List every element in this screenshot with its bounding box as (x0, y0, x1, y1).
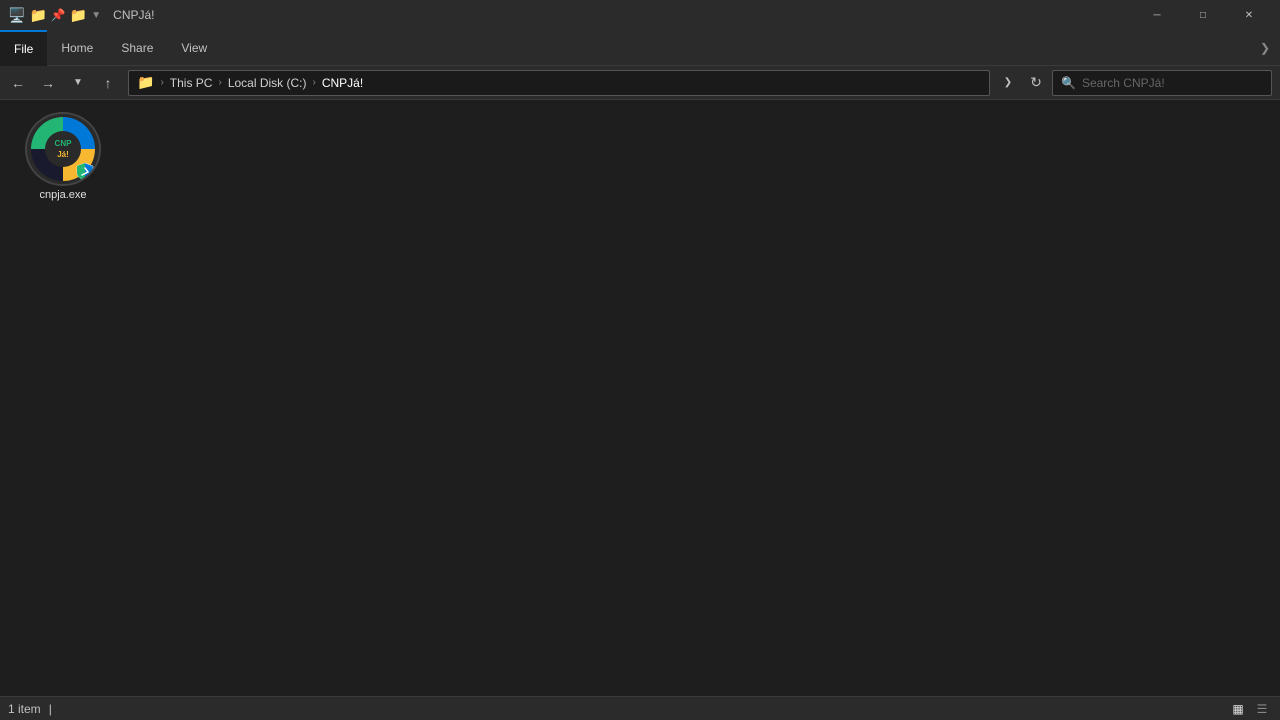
search-icon: 🔍 (1061, 76, 1076, 90)
tab-file[interactable]: File (0, 30, 47, 66)
window-controls: ─ □ ✕ (1134, 0, 1272, 30)
breadcrumb-local-disk[interactable]: Local Disk (C:) (228, 76, 307, 90)
ribbon: File Home Share View ❯ (0, 30, 1280, 66)
sep1: › (160, 77, 163, 88)
view-grid-button[interactable]: ▦ (1228, 699, 1248, 719)
status-right: ▦ ☰ (1228, 699, 1272, 719)
address-dropdown-button[interactable]: ❯ (996, 70, 1020, 96)
file-icon-svg: CNP Já! (27, 114, 99, 184)
folder-icon[interactable]: 📁 (70, 7, 87, 24)
view-list-button[interactable]: ☰ (1252, 699, 1272, 719)
file-icon-wrapper: CNP Já! (27, 114, 99, 184)
app-icon: 🖥️ (8, 7, 25, 24)
sep2: › (218, 77, 221, 88)
status-left: 1 item | (8, 702, 52, 716)
tab-view[interactable]: View (167, 30, 221, 66)
file-area: CNP Já! cnpja.exe (0, 100, 1280, 696)
tab-share[interactable]: Share (107, 30, 167, 66)
main-content: CNP Já! cnpja.exe (0, 100, 1280, 696)
dropdown-arrow[interactable]: ▼ (91, 10, 101, 21)
up-button[interactable]: ↑ (94, 70, 122, 96)
search-placeholder: Search CNPJá! (1082, 76, 1165, 90)
close-button[interactable]: ✕ (1226, 0, 1272, 30)
file-item-cnpja[interactable]: CNP Já! cnpja.exe (8, 108, 118, 208)
nav-bar: ← → ▼ ↑ 📁 › This PC › Local Disk (C:) › … (0, 66, 1280, 100)
title-bar-icons: 🖥️ 📁 📌 📁 ▼ (8, 7, 101, 24)
quick-access-icon[interactable]: 📁 (29, 7, 46, 24)
forward-button[interactable]: → (34, 70, 62, 96)
pin-icon[interactable]: 📌 (51, 8, 66, 22)
title-bar: 🖥️ 📁 📌 📁 ▼ CNPJá! ─ □ ✕ (0, 0, 1280, 30)
breadcrumb-this-pc[interactable]: This PC (170, 76, 213, 90)
tab-home[interactable]: Home (47, 30, 107, 66)
sep3: › (313, 77, 316, 88)
minimize-button[interactable]: ─ (1134, 0, 1180, 30)
back-button[interactable]: ← (4, 70, 32, 96)
svg-text:Já!: Já! (57, 150, 69, 159)
folder-address-icon: 📁 (137, 74, 154, 91)
status-separator: | (49, 702, 52, 716)
refresh-button[interactable]: ↻ (1022, 70, 1050, 96)
maximize-button[interactable]: □ (1180, 0, 1226, 30)
svg-text:CNP: CNP (55, 139, 73, 148)
address-bar[interactable]: 📁 › This PC › Local Disk (C:) › CNPJá! (128, 70, 990, 96)
window-title: CNPJá! (105, 8, 1130, 22)
item-count: 1 item (8, 702, 41, 716)
breadcrumb-current: CNPJá! (322, 76, 363, 90)
recent-button[interactable]: ▼ (64, 70, 92, 96)
status-bar: 1 item | ▦ ☰ (0, 696, 1280, 720)
ribbon-chevron[interactable]: ❯ (1250, 41, 1280, 55)
search-bar[interactable]: 🔍 Search CNPJá! (1052, 70, 1272, 96)
file-name-cnpja: cnpja.exe (39, 188, 86, 202)
